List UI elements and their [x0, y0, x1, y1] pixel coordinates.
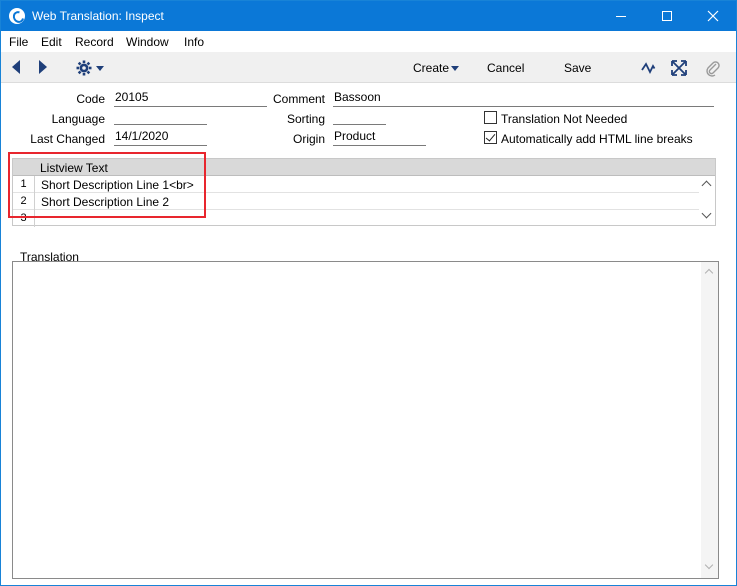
menu-bar: File Edit Record Window Info	[1, 31, 736, 52]
language-field[interactable]	[114, 108, 207, 125]
close-button[interactable]	[690, 1, 736, 31]
translation-not-needed-label: Translation Not Needed	[501, 112, 628, 126]
cancel-button[interactable]: Cancel	[487, 61, 524, 75]
activity-icon[interactable]	[641, 59, 659, 77]
app-window: Web Translation: Inspect File Edit Recor…	[0, 0, 737, 586]
sorting-field[interactable]	[333, 108, 386, 125]
scroll-up-icon[interactable]	[704, 268, 714, 278]
close-icon	[707, 10, 719, 22]
chevron-down-icon[interactable]	[96, 66, 104, 71]
paperclip-icon[interactable]	[704, 59, 722, 77]
toolbar: Create Cancel Save	[1, 52, 736, 83]
menu-edit[interactable]: Edit	[41, 35, 62, 49]
save-button[interactable]: Save	[564, 61, 591, 75]
next-record-icon[interactable]	[39, 60, 47, 74]
language-label: Language	[51, 112, 105, 126]
translation-scrollbar[interactable]	[701, 262, 718, 578]
minimize-icon	[616, 16, 626, 17]
minimize-button[interactable]	[598, 1, 644, 31]
menu-file[interactable]: File	[9, 35, 28, 49]
sorting-label: Sorting	[286, 112, 325, 126]
create-dropdown-icon[interactable]	[451, 66, 459, 71]
origin-field[interactable]: Product	[333, 129, 426, 146]
last-changed-label: Last Changed	[30, 132, 105, 146]
auto-html-breaks-label: Automatically add HTML line breaks	[501, 132, 693, 146]
comment-label: Comment	[272, 92, 325, 106]
auto-html-breaks-checkbox[interactable]	[484, 131, 497, 144]
last-changed-field: 14/1/2020	[114, 129, 207, 146]
title-bar: Web Translation: Inspect	[1, 1, 736, 31]
matrix-scrollbar[interactable]	[699, 177, 715, 225]
expand-icon[interactable]	[670, 59, 688, 77]
scroll-up-icon[interactable]	[701, 180, 712, 191]
code-field[interactable]: 20105	[114, 90, 267, 107]
maximize-icon	[662, 11, 672, 21]
maximize-button[interactable]	[644, 1, 690, 31]
highlight-annotation	[8, 152, 206, 218]
scroll-down-icon[interactable]	[704, 560, 714, 570]
origin-label: Origin	[292, 132, 325, 146]
menu-window[interactable]: Window	[126, 35, 169, 49]
code-label: Code	[76, 92, 105, 106]
scroll-down-icon[interactable]	[701, 208, 712, 219]
app-logo-icon	[9, 8, 25, 24]
menu-info[interactable]: Info	[184, 35, 204, 49]
gear-icon[interactable]	[76, 60, 92, 76]
menu-record[interactable]: Record	[75, 35, 114, 49]
create-button[interactable]: Create	[413, 61, 449, 75]
comment-field[interactable]: Bassoon	[333, 90, 714, 107]
window-title: Web Translation: Inspect	[32, 9, 164, 23]
previous-record-icon[interactable]	[12, 60, 20, 74]
translation-not-needed-checkbox[interactable]	[484, 111, 497, 124]
translation-textarea[interactable]	[12, 261, 719, 579]
